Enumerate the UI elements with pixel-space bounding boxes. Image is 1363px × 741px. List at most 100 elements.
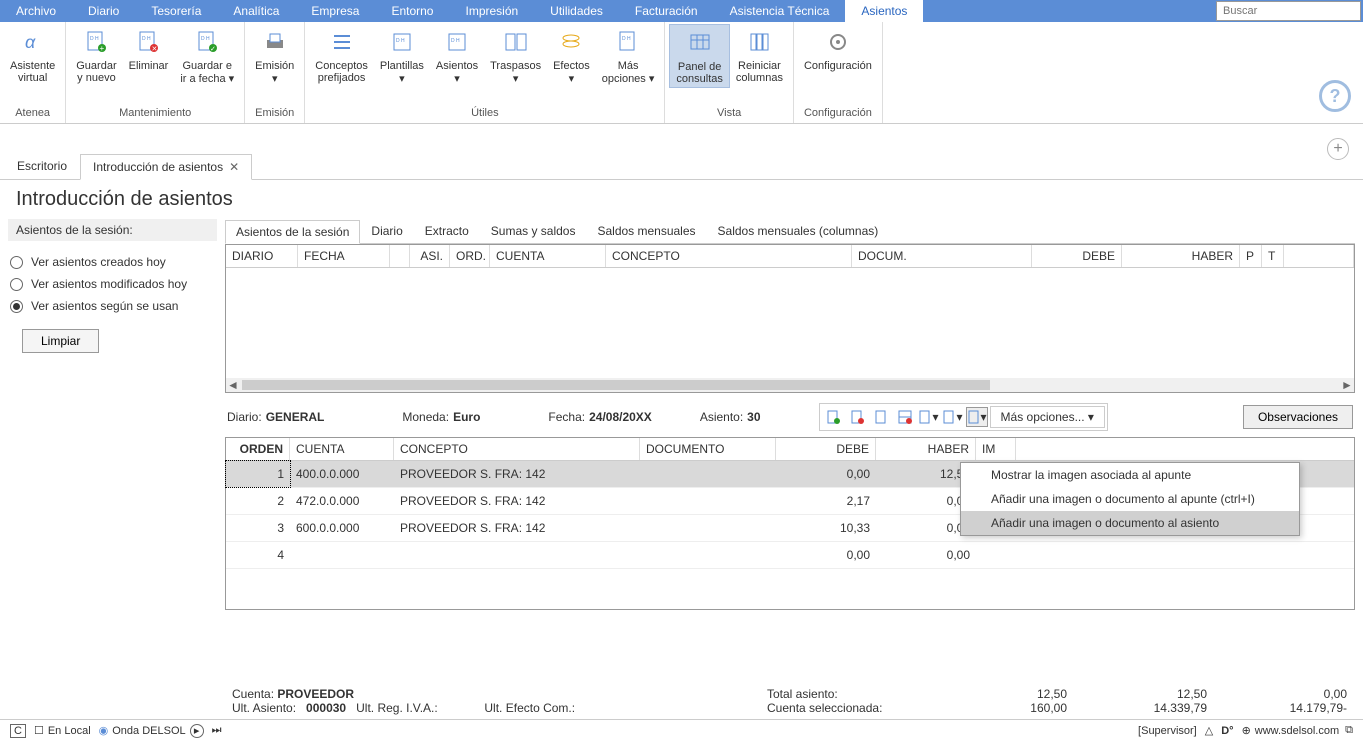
doc-plus-icon: D H+ [80,26,112,58]
col-debe[interactable]: DEBE [1032,245,1122,267]
radio-segun-usan[interactable]: Ver asientos según se usan [8,295,217,317]
subtab-sumas-saldos[interactable]: Sumas y saldos [480,219,587,243]
footer-info: Cuenta: PROVEEDOR Ult. Asiento: 000030 U… [224,683,1355,719]
status-next-icon[interactable]: ⏭ [212,724,222,737]
subtab-asientos-sesion[interactable]: Asientos de la sesión [225,220,360,244]
tool-grid-dd2-icon[interactable]: ▾ [942,407,964,427]
menu-mostrar-imagen[interactable]: Mostrar la imagen asociada al apunte [961,463,1299,487]
tool-doc-icon[interactable] [870,407,892,427]
ribbon-traspasos[interactable]: Traspasos ▾ [484,24,547,87]
menu-asistencia[interactable]: Asistencia Técnica [714,0,846,22]
col-diario[interactable]: DIARIO [226,245,298,267]
help-icon[interactable]: ? [1319,80,1351,112]
close-icon[interactable]: ✕ [229,160,239,174]
ribbon-guardar-nuevo[interactable]: D H+Guardar y nuevo [70,24,122,86]
list-icon [326,26,358,58]
ribbon-plantillas[interactable]: D HPlantillas ▾ [374,24,430,87]
menu-analitica[interactable]: Analítica [217,0,295,22]
menu-diario[interactable]: Diario [72,0,135,22]
radio-creados-hoy[interactable]: Ver asientos creados hoy [8,251,217,273]
template-icon: D H [386,26,418,58]
status-warn-icon[interactable]: △ [1205,724,1213,737]
tool-attach-dd-icon[interactable]: ▾ [966,407,988,427]
menu-archivo[interactable]: Archivo [0,0,72,22]
col-asi[interactable]: ASI. [410,245,450,267]
ribbon-conceptos[interactable]: Conceptos prefijados [309,24,374,86]
menu-impresion[interactable]: Impresión [449,0,534,22]
col-docum[interactable]: DOCUM. [852,245,1032,267]
tab-introduccion-asientos[interactable]: Introducción de asientos✕ [80,154,252,180]
status-site[interactable]: www.sdelsol.com [1255,725,1339,737]
menu-tesoreria[interactable]: Tesorería [135,0,217,22]
svg-text:✓: ✓ [210,46,216,53]
col-cuenta[interactable]: CUENTA [490,245,606,267]
tool-doc-del-icon[interactable] [846,407,868,427]
status-checkbox-icon[interactable]: ☐ [34,724,44,737]
printer-icon [259,26,291,58]
tool-doc-add-icon[interactable] [822,407,844,427]
col-cuenta[interactable]: CUENTA [290,438,394,460]
scroll-left-icon[interactable]: ◄ [226,378,240,392]
status-local: En Local [48,725,91,737]
session-grid-scrollbar[interactable]: ◄► [226,378,1354,392]
ribbon-mas-opciones[interactable]: D HMás opciones ▾ [596,24,661,87]
tool-grid-dd1-icon[interactable]: ▾ [918,407,940,427]
sidebar: Asientos de la sesión: Ver asientos crea… [0,219,225,689]
ribbon-configuracion[interactable]: Configuración [798,24,878,74]
more-options-button[interactable]: Más opciones... ▾ [990,406,1105,428]
limpiar-button[interactable]: Limpiar [22,329,99,353]
ribbon-asistente-virtual[interactable]: αAsistente virtual [4,24,61,86]
tab-escritorio[interactable]: Escritorio [4,153,80,179]
tool-grid-del-icon[interactable] [894,407,916,427]
subtab-saldos-mensuales[interactable]: Saldos mensuales [586,219,706,243]
col-debe[interactable]: DEBE [776,438,876,460]
col-ord[interactable]: ORD. [450,245,490,267]
ribbon-efectos[interactable]: Efectos ▾ [547,24,596,87]
status-c-icon[interactable]: C [10,724,26,738]
menu-facturacion[interactable]: Facturación [619,0,714,22]
ribbon-guardar-fecha[interactable]: D H✓Guardar e ir a fecha ▾ [174,24,240,87]
col-haber[interactable]: HABER [1122,245,1240,267]
menu-asientos[interactable]: Asientos [845,0,923,22]
col-t[interactable]: T [1262,245,1284,267]
svg-text:+: + [100,44,105,53]
ribbon-reiniciar-columnas[interactable]: Reiniciar columnas [730,24,789,86]
search-input[interactable] [1216,1,1361,21]
session-grid: DIARIO FECHA ASI. ORD. CUENTA CONCEPTO D… [225,244,1355,393]
ribbon-panel-consultas[interactable]: Panel de consultas [669,24,729,88]
col-fecha[interactable]: FECHA [298,245,390,267]
menu-entorno[interactable]: Entorno [375,0,449,22]
add-tab-button[interactable]: + [1327,138,1349,160]
col-blank[interactable] [390,245,410,267]
ribbon-emision[interactable]: Emisión ▾ [249,24,300,87]
menu-anadir-imagen-apunte[interactable]: Añadir una imagen o documento al apunte … [961,487,1299,511]
subtab-diario[interactable]: Diario [360,219,413,243]
table-row[interactable]: 40,000,00 [226,542,1354,569]
transfer-icon [500,26,532,58]
col-concepto[interactable]: CONCEPTO [606,245,852,267]
col-p[interactable]: P [1240,245,1262,267]
observaciones-button[interactable]: Observaciones [1243,405,1353,429]
col-documento[interactable]: DOCUMENTO [640,438,776,460]
col-orden[interactable]: ORDEN [226,438,290,460]
menu-utilidades[interactable]: Utilidades [534,0,619,22]
status-play-icon[interactable]: ▸ [190,724,204,738]
menu-empresa[interactable]: Empresa [295,0,375,22]
subtab-extracto[interactable]: Extracto [414,219,480,243]
scroll-right-icon[interactable]: ► [1340,378,1354,392]
radio-modificados-hoy[interactable]: Ver asientos modificados hoy [8,273,217,295]
subtab-saldos-columnas[interactable]: Saldos mensuales (columnas) [707,219,890,243]
ribbon-group-mantenimiento: Mantenimiento [70,105,240,121]
ribbon-eliminar[interactable]: D H✕Eliminar [123,24,175,74]
col-concepto[interactable]: CONCEPTO [394,438,640,460]
menu-anadir-imagen-asiento[interactable]: Añadir una imagen o documento al asiento [961,511,1299,535]
status-wifi-icon[interactable]: ◉ [99,724,109,737]
col-im[interactable]: IM [976,438,1016,460]
ribbon-asientos[interactable]: D HAsientos ▾ [430,24,484,87]
session-grid-body[interactable] [226,268,1354,378]
status-window-icon[interactable]: ⧉ [1345,724,1353,737]
table-icon [684,27,716,59]
col-haber[interactable]: HABER [876,438,976,460]
status-d-icon[interactable]: D° [1221,725,1233,737]
status-globe-icon[interactable]: ⊕ [1242,724,1251,737]
